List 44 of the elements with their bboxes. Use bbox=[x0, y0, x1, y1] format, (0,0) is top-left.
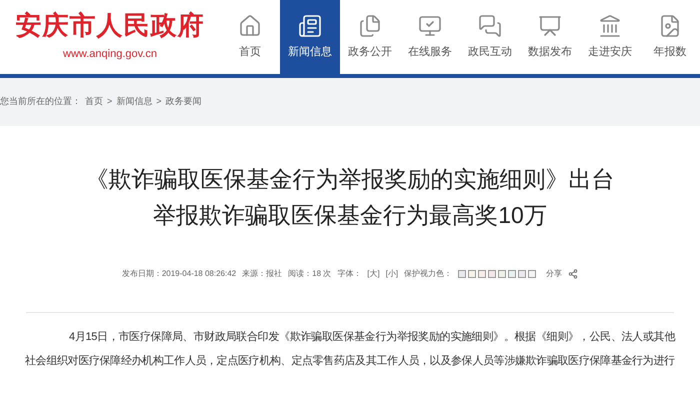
eye-care-label: 保护视力色： bbox=[404, 268, 452, 280]
color-swatch[interactable] bbox=[518, 270, 526, 278]
share-link[interactable]: 分享 bbox=[546, 268, 562, 280]
house-icon bbox=[238, 14, 262, 38]
color-swatch[interactable] bbox=[498, 270, 506, 278]
nav-tab[interactable]: 年报数 bbox=[640, 0, 700, 74]
color-swatch[interactable] bbox=[488, 270, 496, 278]
nav-tab[interactable]: 数据发布 bbox=[520, 0, 580, 74]
publish-date: 发布日期：2019-04-18 08:26:42 bbox=[122, 268, 236, 280]
breadcrumb-separator: > bbox=[156, 95, 162, 108]
article-title: 举报欺诈骗取医保基金行为最高奖10万 bbox=[153, 202, 547, 228]
color-swatch[interactable] bbox=[468, 270, 476, 278]
nav-tab[interactable]: 政务公开 bbox=[340, 0, 400, 74]
chat-icon bbox=[478, 14, 502, 38]
source: 来源：报社 bbox=[242, 268, 282, 280]
newspaper-icon bbox=[298, 14, 322, 38]
nav-tab[interactable]: 在线服务 bbox=[400, 0, 460, 74]
building-icon bbox=[598, 14, 622, 38]
nav-tab[interactable]: 政民互动 bbox=[460, 0, 520, 74]
read-count: 阅读：18 次 bbox=[288, 268, 332, 280]
color-swatch[interactable] bbox=[458, 270, 466, 278]
color-swatch[interactable] bbox=[508, 270, 516, 278]
chart-board-icon bbox=[538, 14, 562, 38]
font-large-link[interactable]: [大] bbox=[367, 268, 380, 280]
share-icon[interactable] bbox=[568, 269, 578, 279]
nav-tab[interactable]: 新闻信息 bbox=[280, 0, 340, 74]
font-size-label: 字体： bbox=[337, 268, 362, 280]
font-small-link[interactable]: [小] bbox=[386, 268, 398, 280]
report-icon bbox=[658, 14, 682, 38]
color-swatch[interactable] bbox=[528, 270, 536, 278]
color-swatch[interactable] bbox=[478, 270, 486, 278]
nav-tab[interactable]: 首页 bbox=[220, 0, 280, 74]
documents-icon bbox=[358, 14, 382, 38]
breadcrumb-separator: > bbox=[107, 95, 112, 108]
breadcrumb-link[interactable]: 首页 bbox=[85, 95, 103, 109]
site-url: www.anqing.gov.cn bbox=[63, 46, 157, 62]
site-title: 安庆市人民政府 bbox=[16, 12, 204, 38]
breadcrumb-link[interactable]: 政务要闻 bbox=[166, 95, 202, 109]
article-paragraph: 4月15日，市医疗保障局、市财政局联合印发《欺诈骗取医保基金行为举报奖励的实施细则》。根据《细则》，公民、法人或其他社会组织对医疗保障经办机构工作人员，定点医疗机构、定点零售药店及其工作人员，以及参保人员等涉嫌欺诈骗取医疗保障基金行为进行 bbox=[25, 330, 675, 369]
monitor-icon bbox=[418, 14, 442, 38]
nav-tab[interactable]: 走进安庆 bbox=[580, 0, 640, 74]
breadcrumb-label: 您当前所在的位置： bbox=[0, 95, 81, 108]
article-title: 《欺诈骗取医保基金行为举报奖励的实施细则》出台 bbox=[86, 166, 614, 192]
breadcrumb-link[interactable]: 新闻信息 bbox=[116, 95, 152, 109]
